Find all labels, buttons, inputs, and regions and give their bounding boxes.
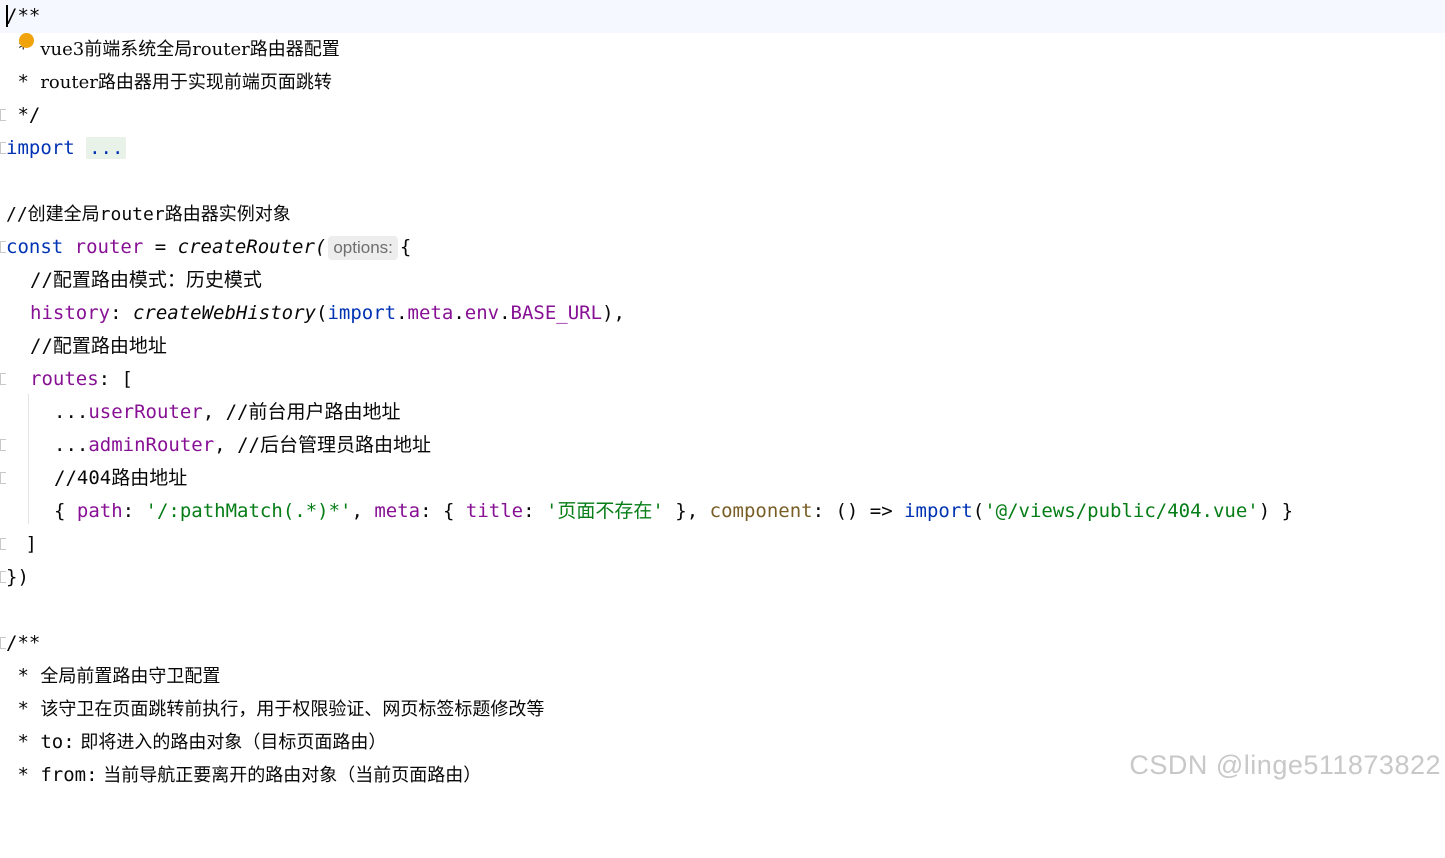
doc-comment-text: 该守卫在页面跳转前执行，用于权限验证、网页标签标题修改等 [40, 699, 545, 720]
doc-comment-text: router路由器用于实现前端页面跳转 [40, 72, 332, 93]
doc-comment-star: * [6, 764, 41, 786]
assign-operator: = [143, 236, 178, 258]
csdn-watermark: CSDN @linge511873822 [1129, 750, 1441, 780]
comma: , [202, 401, 226, 423]
fold-marker-icon[interactable] [0, 373, 6, 385]
router-variable: router [74, 236, 144, 258]
code-line-8[interactable]: const router = createRouter(options:{ [0, 231, 1445, 264]
doc-comment-star: * [6, 665, 41, 687]
fold-marker-icon[interactable] [0, 439, 6, 451]
path-key: path [76, 500, 123, 522]
doc-comment-start: /** [6, 5, 41, 27]
colon: : [122, 500, 146, 522]
doc-comment-text: 当前导航正要离开的路由对象（当前页面路由） [97, 765, 482, 786]
admin-router-ref: adminRouter [88, 434, 215, 456]
paren-open: ( [316, 302, 328, 324]
doc-param-key: from: [40, 764, 98, 786]
doc-comment-start: /** [6, 632, 41, 654]
const-keyword: const [6, 236, 64, 258]
spread-operator: ... [54, 401, 89, 423]
parameter-hint: options: [328, 236, 398, 260]
routes-property: routes [30, 368, 99, 390]
env-property: env [464, 302, 500, 324]
line-comment: //配置路由模式：历史模式 [30, 269, 262, 291]
code-line-14[interactable]: ...adminRouter, //后台管理员路由地址 [0, 429, 1445, 462]
paren-open: ( [972, 500, 985, 522]
brace-close: }, [663, 500, 710, 522]
title-value: '页面不存在' [545, 500, 664, 522]
code-line-7[interactable]: //创建全局router路由器实例对象 [0, 198, 1445, 231]
dot: . [453, 302, 465, 324]
code-line-9[interactable]: //配置路由模式：历史模式 [0, 264, 1445, 297]
user-router-ref: userRouter [88, 401, 203, 423]
history-property: history [30, 302, 111, 324]
line-comment: //404路由地址 [54, 467, 188, 489]
dot: . [396, 302, 408, 324]
code-line-12[interactable]: routes: [ [0, 363, 1445, 396]
doc-comment-text: 全局前置路由守卫配置 [40, 666, 221, 687]
fold-marker-icon[interactable] [0, 538, 6, 550]
code-line-21[interactable]: * 全局前置路由守卫配置 [0, 660, 1445, 693]
code-line-4[interactable]: */ [0, 99, 1445, 132]
paren-close: ) } [1258, 500, 1294, 522]
doc-comment-text: 即将进入的路由对象（目标页面路由） [74, 732, 387, 753]
code-line-5[interactable]: import ... [0, 132, 1445, 165]
code-line-20[interactable]: /** [0, 627, 1445, 660]
path-value: '/:pathMatch(.*)*' [145, 500, 352, 522]
folded-imports[interactable]: ... [86, 137, 127, 159]
line-comment: //创建全局router路由器实例对象 [6, 204, 291, 225]
lightbulb-icon[interactable] [19, 33, 34, 48]
meta-property: meta [407, 302, 454, 324]
code-line-15[interactable]: //404路由地址 [0, 462, 1445, 495]
arrow-function: : () => [812, 500, 905, 522]
import-keyword: import [6, 137, 75, 159]
call-close: }) [6, 566, 29, 588]
comma: , [214, 434, 238, 456]
code-line-2[interactable]: * vue3前端系统全局router路由器配置 [0, 33, 1445, 66]
spread-operator: ... [54, 434, 89, 456]
dot: . [499, 302, 511, 324]
title-key: title [465, 500, 524, 522]
code-line-16[interactable]: { path: '/:pathMatch(.*)*', meta: { titl… [0, 495, 1445, 528]
open-brace: { [399, 236, 412, 258]
doc-comment-star: * [6, 731, 41, 753]
doc-comment-text: vue3前端系统全局router路由器配置 [40, 39, 340, 60]
code-line-13[interactable]: ...userRouter, //前台用户路由地址 [0, 396, 1445, 429]
code-line-10[interactable]: history: createWebHistory(import.meta.en… [0, 297, 1445, 330]
import-keyword: import [904, 500, 973, 522]
brace-open: { [54, 500, 77, 522]
comma: , [351, 500, 375, 522]
code-editor[interactable]: /** * vue3前端系统全局router路由器配置 * router路由器用… [0, 0, 1445, 791]
colon: : [110, 302, 133, 324]
import-path-value: '@/views/public/404.vue' [984, 500, 1259, 522]
code-line-17[interactable]: ] [0, 528, 1445, 561]
meta-key: meta [374, 500, 421, 522]
doc-comment-star: * [6, 698, 41, 720]
create-web-history-call: createWebHistory [132, 302, 316, 324]
component-key: component [709, 500, 813, 522]
code-line-18[interactable]: }) [0, 561, 1445, 594]
code-line-3[interactable]: * router路由器用于实现前端页面跳转 [0, 66, 1445, 99]
code-line-1[interactable]: /** [0, 0, 1445, 33]
line-comment: //后台管理员路由地址 [237, 434, 431, 456]
code-line-11[interactable]: //配置路由地址 [0, 330, 1445, 363]
base-url-property: BASE_URL [510, 302, 603, 324]
colon-brace: : { [420, 500, 466, 522]
import-keyword: import [327, 302, 397, 324]
array-open: : [ [98, 368, 133, 390]
line-comment: //前台用户路由地址 [225, 401, 401, 423]
colon: : [523, 500, 546, 522]
doc-comment-end: */ [6, 104, 41, 126]
create-router-call: createRouter( [177, 236, 327, 258]
array-close: ] [14, 533, 37, 555]
text-caret [6, 5, 8, 27]
doc-param-key: to: [40, 731, 75, 753]
fold-marker-icon[interactable] [0, 472, 6, 484]
doc-comment-star: * [6, 71, 41, 93]
line-comment: //配置路由地址 [30, 335, 167, 357]
paren-close: ), [602, 302, 625, 324]
code-line-22[interactable]: * 该守卫在页面跳转前执行，用于权限验证、网页标签标题修改等 [0, 693, 1445, 726]
